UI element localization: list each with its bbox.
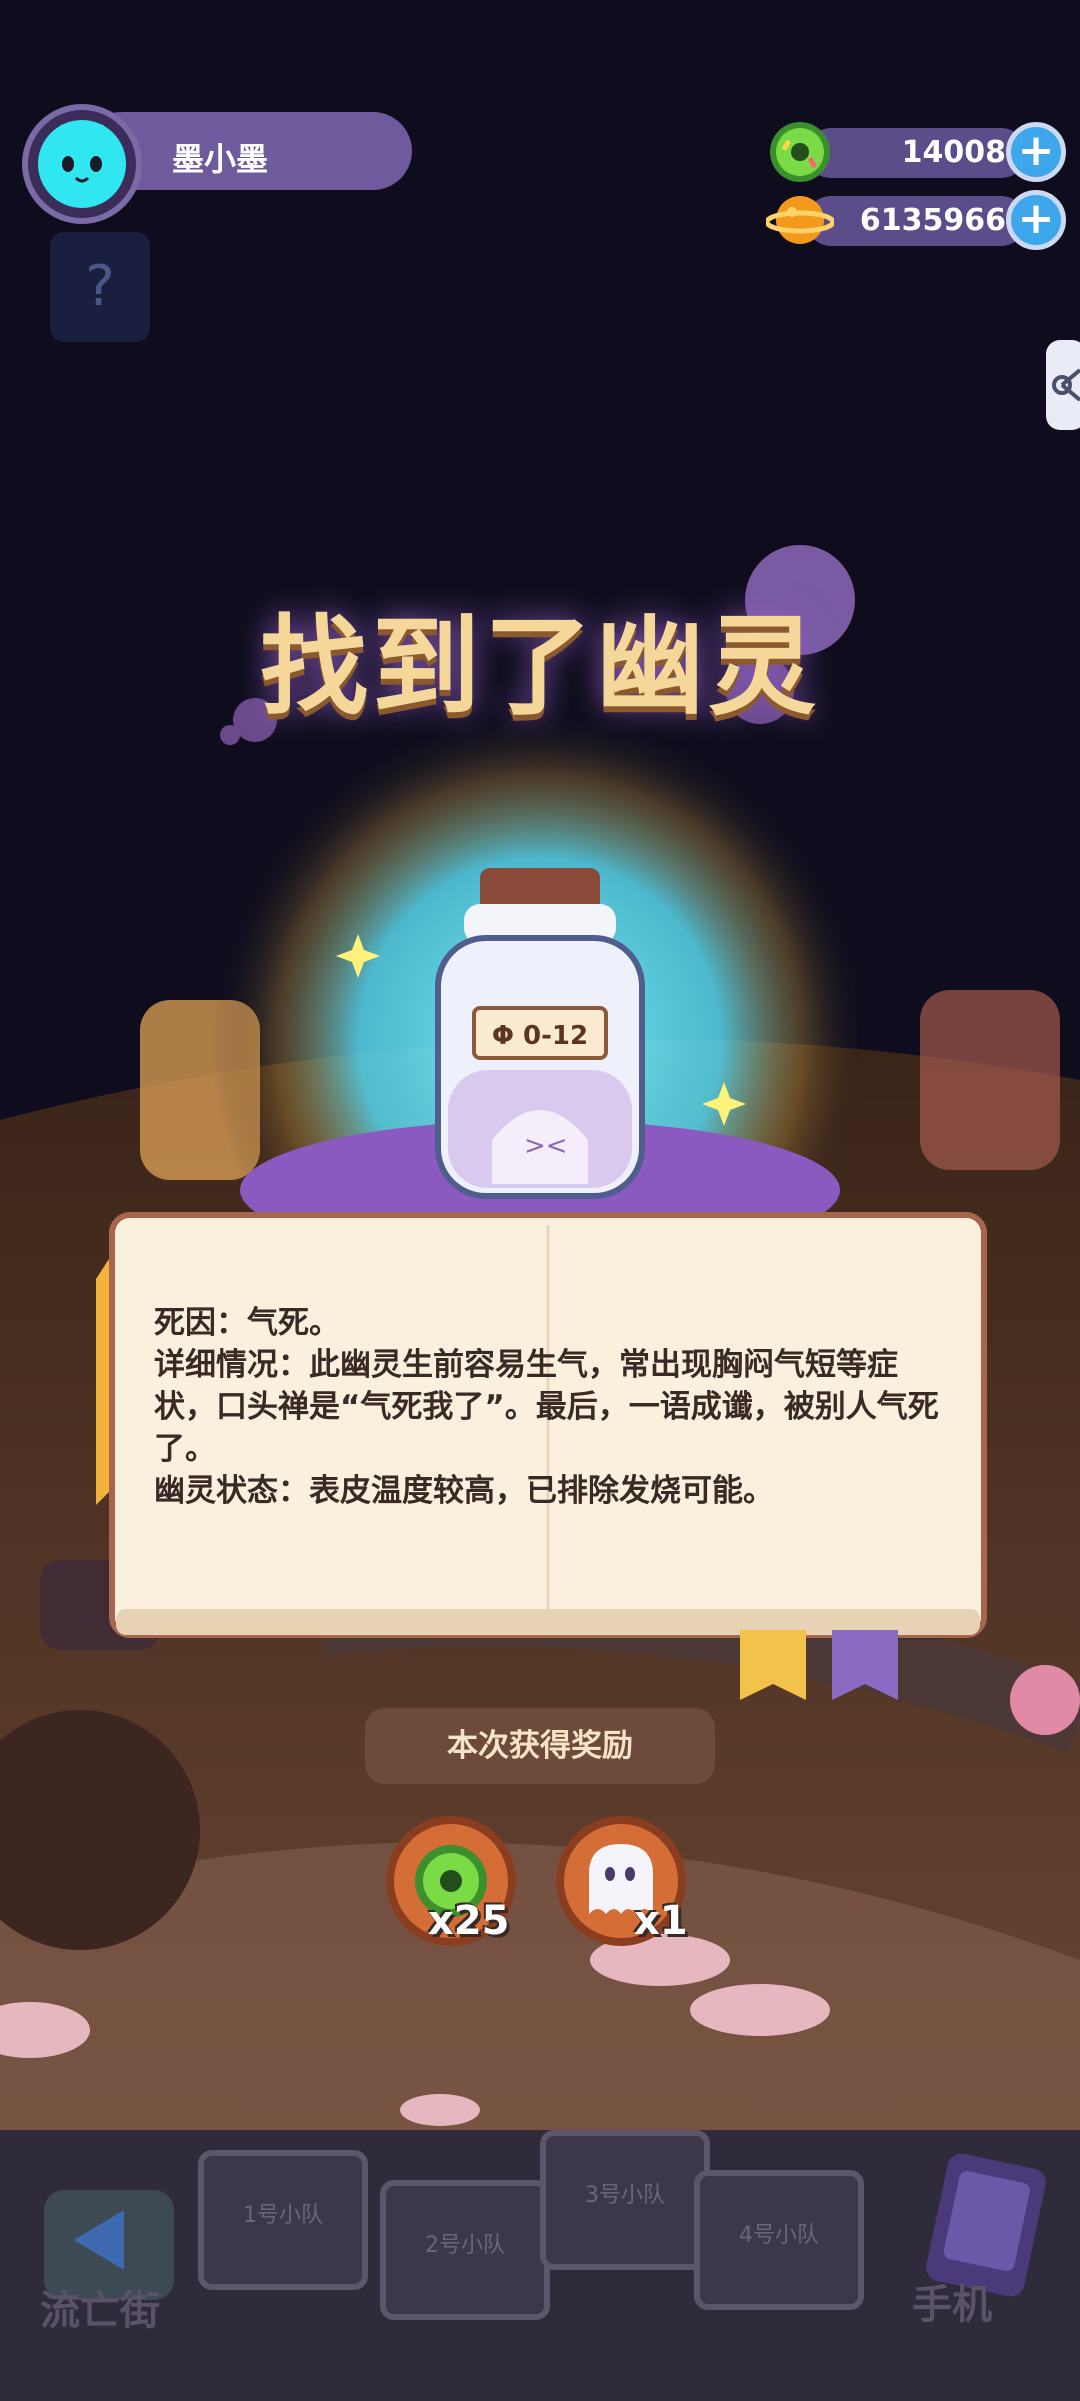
- bottle-label-text: Φ 0-12: [492, 1021, 588, 1051]
- green-donut-icon: [770, 122, 830, 182]
- squad-slot-4-label: 4号小队: [739, 2223, 819, 2248]
- ghost-bottle: >< Φ 0-12: [336, 868, 746, 1199]
- squad-slot-2[interactable]: 2号小队: [380, 2180, 550, 2320]
- player-profile[interactable]: 墨小墨: [22, 104, 412, 224]
- svg-text:><: ><: [524, 1131, 568, 1161]
- cat-face-icon: [38, 120, 126, 208]
- coin-count: 6135966: [859, 203, 1006, 238]
- mystery-box-button[interactable]: ?: [50, 232, 150, 342]
- details-line: 详细情况：此幽灵生前容易生气，常出现胸闷气短等症状，口头禅是“气死我了”。最后，…: [154, 1347, 939, 1467]
- ghost-status-line: 幽灵状态：表皮温度较高，已排除发烧可能。: [154, 1473, 774, 1509]
- coin-currency-bar: 6135966 +: [766, 190, 1066, 250]
- reward-ghost-count: x1: [634, 1898, 688, 1944]
- yellow-bookmark-icon: [740, 1630, 806, 1700]
- donut-count: 14008: [901, 135, 1006, 170]
- ghost-description: 死因：气死。 详细情况：此幽灵生前容易生气，常出现胸闷气短等症状，口头禅是“气死…: [154, 1302, 944, 1512]
- share-icon[interactable]: [1040, 340, 1080, 430]
- squad-slot-3-label: 3号小队: [585, 2183, 665, 2208]
- player-avatar[interactable]: [22, 104, 142, 224]
- player-name: 墨小墨: [172, 140, 269, 178]
- squad-slot-2-label: 2号小队: [425, 2233, 505, 2258]
- found-ghost-title: 找到了幽灵: [259, 605, 820, 730]
- purple-bookmark-icon: [832, 1630, 898, 1700]
- squad-slot-3[interactable]: 3号小队: [540, 2130, 710, 2270]
- reward-donut-count: x25: [428, 1898, 510, 1944]
- cause-of-death-line: 死因：气死。: [154, 1305, 340, 1341]
- orange-planet-coin-icon: [766, 196, 834, 244]
- donut-currency-bar: 14008 +: [766, 122, 1066, 182]
- squad-slot-1[interactable]: 1号小队: [198, 2150, 368, 2290]
- phone-label: 手机: [912, 2282, 992, 2328]
- add-coins-button[interactable]: +: [1006, 190, 1066, 250]
- reward-title: 本次获得奖励: [365, 1708, 715, 1784]
- exile-street-label: 流亡街: [40, 2288, 160, 2334]
- add-donuts-button[interactable]: +: [1006, 122, 1066, 182]
- question-mark-icon: ?: [85, 254, 115, 319]
- squad-slot-1-label: 1号小队: [243, 2203, 323, 2228]
- squad-slot-4[interactable]: 4号小队: [694, 2170, 864, 2310]
